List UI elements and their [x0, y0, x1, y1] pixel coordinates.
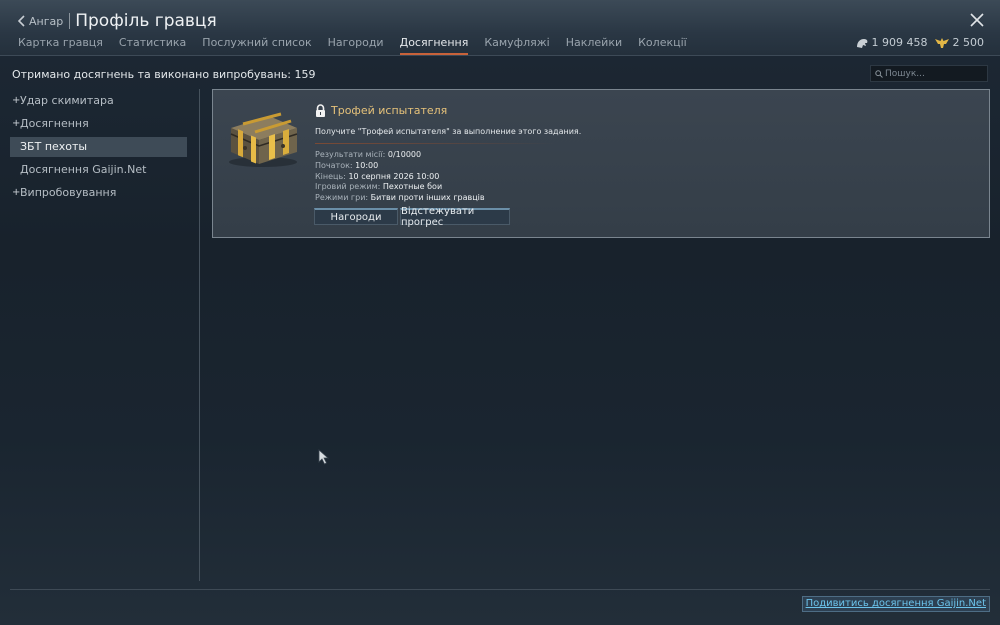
achievement-details: Результати місії: 0/10000 Початок: 10:00…	[315, 150, 485, 204]
detail-start: Початок: 10:00	[315, 160, 379, 170]
tab-collections[interactable]: Колекції	[638, 36, 687, 55]
achievement-title: Трофей испытателя	[331, 104, 448, 117]
tab-bar: Картка гравця Статистика Послужний списо…	[18, 36, 703, 55]
lock-icon	[316, 104, 325, 117]
tab-achievements[interactable]: Досягнення	[399, 36, 469, 55]
detail-end: Кінець: 10 серпня 2026 10:00	[315, 171, 440, 181]
chevron-left-icon	[18, 15, 25, 27]
tab-camouflages[interactable]: Камуфляжі	[484, 36, 549, 55]
divider	[69, 13, 71, 29]
golden-eagles-amount: 2 500	[952, 36, 985, 49]
detail-results: Результати місії: 0/10000	[315, 150, 422, 159]
expand-icon: +	[12, 118, 21, 129]
sidebar: + Удар скимитара + Досягнення ЗБТ пехоты…	[10, 88, 187, 203]
sidebar-item-achievements[interactable]: + Досягнення	[10, 114, 187, 134]
back-button[interactable]: Ангар Профіль гравця	[18, 11, 217, 31]
achievements-summary: Отримано досягнень та виконано випробува…	[12, 68, 316, 81]
sidebar-item-infantry-cbt[interactable]: ЗБТ пехоты	[10, 137, 187, 157]
tab-awards[interactable]: Нагороди	[328, 36, 384, 55]
golden-eagles-icon	[934, 37, 949, 48]
sidebar-item-label: ЗБТ пехоты	[20, 140, 88, 153]
track-progress-button[interactable]: Відстежувати прогрес	[400, 206, 510, 228]
sidebar-item-label: Випробовування	[20, 186, 117, 199]
sidebar-divider	[199, 89, 200, 581]
top-bar: Ангар Профіль гравця Картка гравця Стати…	[0, 0, 1000, 56]
tab-service-record[interactable]: Послужний список	[202, 36, 311, 55]
sidebar-item-label: Досягнення	[20, 117, 89, 130]
detail-game-modes: Режими гри: Битви проти інших гравців	[315, 193, 485, 203]
sidebar-item-scimitar-strike[interactable]: + Удар скимитара	[10, 91, 187, 111]
page-title: Профіль гравця	[75, 11, 217, 31]
sidebar-item-challenges[interactable]: + Випробовування	[10, 183, 187, 203]
detail-game-mode: Ігровий режим: Пехотные бои	[315, 182, 443, 192]
tab-player-card[interactable]: Картка гравця	[18, 36, 103, 55]
tab-statistics[interactable]: Статистика	[119, 36, 186, 55]
divider	[315, 143, 555, 144]
sidebar-item-label: Досягнення Gaijin.Net	[20, 163, 147, 176]
sidebar-item-label: Удар скимитара	[20, 94, 114, 107]
achievement-title-row: Трофей испытателя	[315, 104, 447, 117]
search-box[interactable]	[870, 65, 988, 82]
silver-lions-icon	[856, 38, 867, 48]
footer-divider	[10, 589, 990, 590]
sidebar-item-gaijin-achievements[interactable]: Досягнення Gaijin.Net	[10, 160, 187, 180]
search-input[interactable]	[885, 68, 985, 79]
currency-display: 1 909 458 2 500	[855, 36, 984, 49]
mouse-cursor-icon	[318, 449, 330, 465]
trophy-chest-icon	[229, 112, 298, 167]
rewards-button[interactable]: Нагороди	[314, 208, 398, 225]
close-icon[interactable]	[970, 13, 984, 27]
expand-icon: +	[12, 187, 21, 198]
expand-icon: +	[12, 95, 21, 106]
view-gaijin-achievements-link[interactable]: Подивитись досягнення Gaijin.Net	[801, 596, 990, 612]
tab-decals[interactable]: Наклейки	[566, 36, 622, 55]
achievement-description: Получите "Трофей испытателя" за выполнен…	[315, 127, 582, 136]
search-icon	[875, 69, 883, 78]
achievement-card: Трофей испытателя Получите "Трофей испыт…	[212, 89, 990, 238]
silver-lions-amount: 1 909 458	[871, 36, 928, 49]
back-label: Ангар	[29, 14, 64, 28]
